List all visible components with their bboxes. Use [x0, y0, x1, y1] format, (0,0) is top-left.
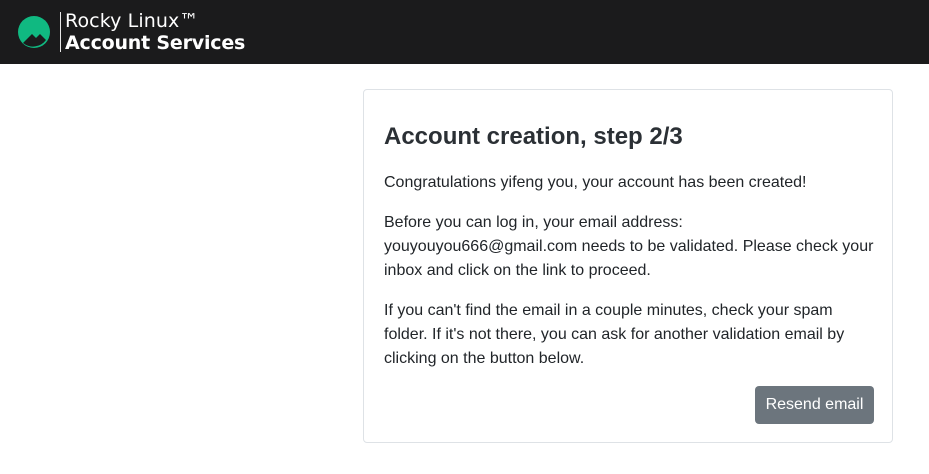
brand-divider: [60, 12, 61, 52]
brand-subtitle: Account Services: [65, 31, 246, 54]
congratulations-text: Congratulations yifeng you, your account…: [384, 174, 807, 191]
account-creation-card: Account creation, step 2/3 Congratulatio…: [363, 89, 893, 443]
card-title: Account creation, step 2/3: [384, 123, 683, 150]
brand-text: Rocky Linux™ Account Services: [65, 9, 246, 54]
top-navbar: Rocky Linux™ Account Services: [0, 0, 929, 64]
resend-email-button[interactable]: Resend email: [755, 386, 874, 424]
brand-home-link[interactable]: Rocky Linux™ Account Services: [18, 9, 246, 54]
spam-folder-hint-text: If you can't find the email in a couple …: [384, 302, 845, 367]
brand-title: Rocky Linux™: [65, 9, 199, 32]
validation-instructions-text: Before you can log in, your email addres…: [384, 214, 874, 279]
rocky-linux-logo-icon: [18, 16, 50, 48]
